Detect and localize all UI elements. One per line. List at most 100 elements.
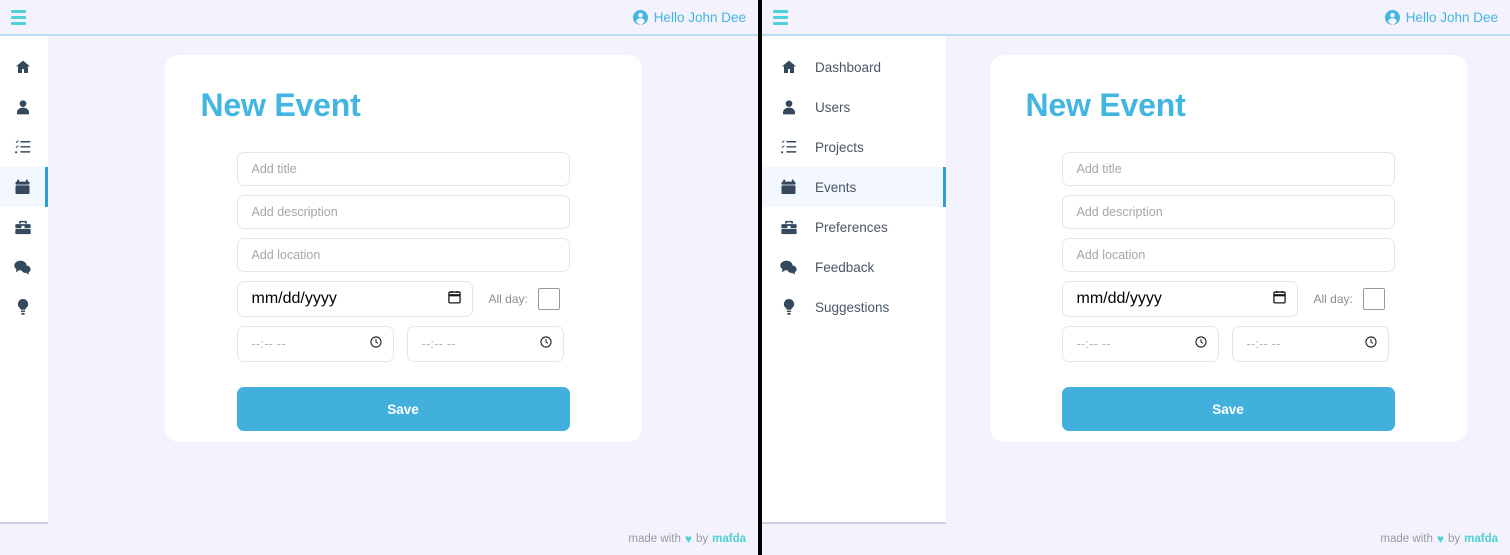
new-event-card: New Event Add title Add description Add … [164, 55, 642, 442]
end-time-placeholder: --:-- -- [1246, 337, 1281, 351]
location-input[interactable]: Add location [236, 238, 570, 272]
sidebar-collapsed [0, 36, 48, 524]
hamburger-icon[interactable] [773, 9, 788, 25]
time-row: --:-- -- --:-- -- [236, 326, 570, 362]
calendar-icon [14, 179, 31, 195]
sidebar-item-label: Suggestions [815, 299, 890, 315]
save-button[interactable]: Save [236, 387, 570, 431]
title-placeholder: Add title [1076, 162, 1122, 176]
description-placeholder: Add description [1076, 205, 1163, 219]
all-day-label: All day: [488, 292, 528, 306]
start-time-input[interactable]: --:-- -- [1061, 326, 1219, 362]
pane-collapsed-sidebar: Hello John Dee New Event Add title Add d… [0, 0, 758, 555]
greeting-text: Hello John Dee [1405, 9, 1498, 25]
all-day-checkbox[interactable] [1362, 288, 1385, 310]
sidebar-item-feedback[interactable] [0, 247, 48, 287]
main-content-left: New Event Add title Add description Add … [48, 36, 758, 524]
sidebar-item-users[interactable]: Users [762, 87, 946, 127]
location-placeholder: Add location [1076, 248, 1146, 262]
date-placeholder: mm/dd/yyyy [1076, 290, 1162, 307]
sidebar-item-projects[interactable]: Projects [762, 127, 946, 167]
hamburger-icon[interactable] [11, 9, 26, 25]
sidebar-item-label: Feedback [815, 259, 875, 275]
top-header-right: Hello John Dee [762, 0, 1510, 36]
hamburger-bar [11, 21, 26, 25]
sidebar-item-label: Projects [815, 139, 864, 155]
description-input[interactable]: Add description [1061, 195, 1395, 229]
page-title: New Event [200, 87, 361, 123]
sidebar-item-preferences[interactable] [0, 207, 48, 247]
user-circle-icon [1384, 9, 1400, 25]
footer-prefix: made with [628, 532, 681, 545]
all-day-checkbox[interactable] [537, 288, 560, 310]
title-input[interactable]: Add title [236, 152, 570, 186]
main-content-right: New Event Add title Add description Add … [946, 36, 1510, 524]
hamburger-bar [11, 15, 26, 19]
title-input[interactable]: Add title [1061, 152, 1395, 186]
sidebar-item-suggestions[interactable] [0, 287, 48, 327]
hamburger-bar [773, 15, 788, 19]
clock-picker-icon[interactable] [1364, 335, 1377, 353]
sidebar-item-events[interactable] [0, 167, 48, 207]
footer-brand-link[interactable]: mafda [1464, 533, 1498, 545]
calendar-picker-icon[interactable] [447, 290, 461, 309]
footer-prefix: made with [1380, 532, 1433, 545]
calendar-icon [780, 179, 797, 195]
footer-right: made with ♥ by mafda [762, 524, 1510, 553]
location-input[interactable]: Add location [1061, 238, 1395, 272]
sidebar-item-dashboard[interactable]: Dashboard [762, 47, 946, 87]
date-row: mm/dd/yyyy All day: [236, 281, 570, 317]
end-time-placeholder: --:-- -- [421, 337, 456, 351]
pane-expanded-sidebar: Hello John Dee Dashboard Users Projects … [762, 0, 1510, 555]
greeting-text: Hello John Dee [653, 9, 746, 25]
sidebar-item-label: Preferences [815, 219, 888, 235]
body-row-right: Dashboard Users Projects Events Preferen… [762, 36, 1510, 524]
end-time-input[interactable]: --:-- -- [406, 326, 564, 362]
footer-middle: by [1447, 532, 1461, 545]
location-placeholder: Add location [251, 248, 321, 262]
sidebar-item-dashboard[interactable] [0, 47, 48, 87]
user-icon [780, 99, 797, 115]
sidebar-item-feedback[interactable]: Feedback [762, 247, 946, 287]
date-row: mm/dd/yyyy All day: [1061, 281, 1395, 317]
date-input[interactable]: mm/dd/yyyy [1061, 281, 1298, 317]
sidebar-item-preferences[interactable]: Preferences [762, 207, 946, 247]
start-time-placeholder: --:-- -- [1076, 337, 1111, 351]
footer-brand-link[interactable]: mafda [712, 533, 746, 545]
clock-picker-icon[interactable] [539, 335, 552, 353]
end-time-input[interactable]: --:-- -- [1231, 326, 1389, 362]
hamburger-bar [773, 21, 788, 25]
description-input[interactable]: Add description [236, 195, 570, 229]
tasks-list-icon [780, 139, 797, 155]
title-placeholder: Add title [251, 162, 297, 176]
page-title: New Event [1025, 87, 1186, 123]
calendar-picker-icon[interactable] [1272, 290, 1286, 309]
sidebar-item-suggestions[interactable]: Suggestions [762, 287, 946, 327]
toolbox-icon [14, 220, 31, 235]
footer-left: made with ♥ by mafda [0, 524, 758, 553]
sidebar-item-projects[interactable] [0, 127, 48, 167]
sidebar-item-label: Users [815, 99, 851, 115]
start-time-input[interactable]: --:-- -- [236, 326, 394, 362]
clock-picker-icon[interactable] [369, 335, 382, 353]
body-row-left: New Event Add title Add description Add … [0, 36, 758, 524]
heart-icon: ♥ [684, 531, 692, 546]
app-screenshot: Hello John Dee New Event Add title Add d… [0, 0, 1510, 555]
user-greeting[interactable]: Hello John Dee [1384, 9, 1498, 25]
sidebar-expanded: Dashboard Users Projects Events Preferen… [762, 36, 946, 524]
date-input[interactable]: mm/dd/yyyy [236, 281, 473, 317]
sidebar-item-users[interactable] [0, 87, 48, 127]
sidebar-item-events[interactable]: Events [762, 167, 946, 207]
sidebar-item-label: Events [815, 179, 857, 195]
toolbox-icon [780, 220, 797, 235]
top-header-left: Hello John Dee [0, 0, 758, 36]
lightbulb-icon [14, 299, 31, 315]
save-button[interactable]: Save [1061, 387, 1395, 431]
comments-icon [14, 260, 31, 275]
tasks-list-icon [14, 139, 31, 155]
new-event-form: Add title Add description Add location m… [236, 152, 570, 431]
clock-picker-icon[interactable] [1194, 335, 1207, 353]
hamburger-bar [773, 9, 788, 13]
home-icon [14, 59, 31, 75]
user-greeting[interactable]: Hello John Dee [632, 9, 746, 25]
